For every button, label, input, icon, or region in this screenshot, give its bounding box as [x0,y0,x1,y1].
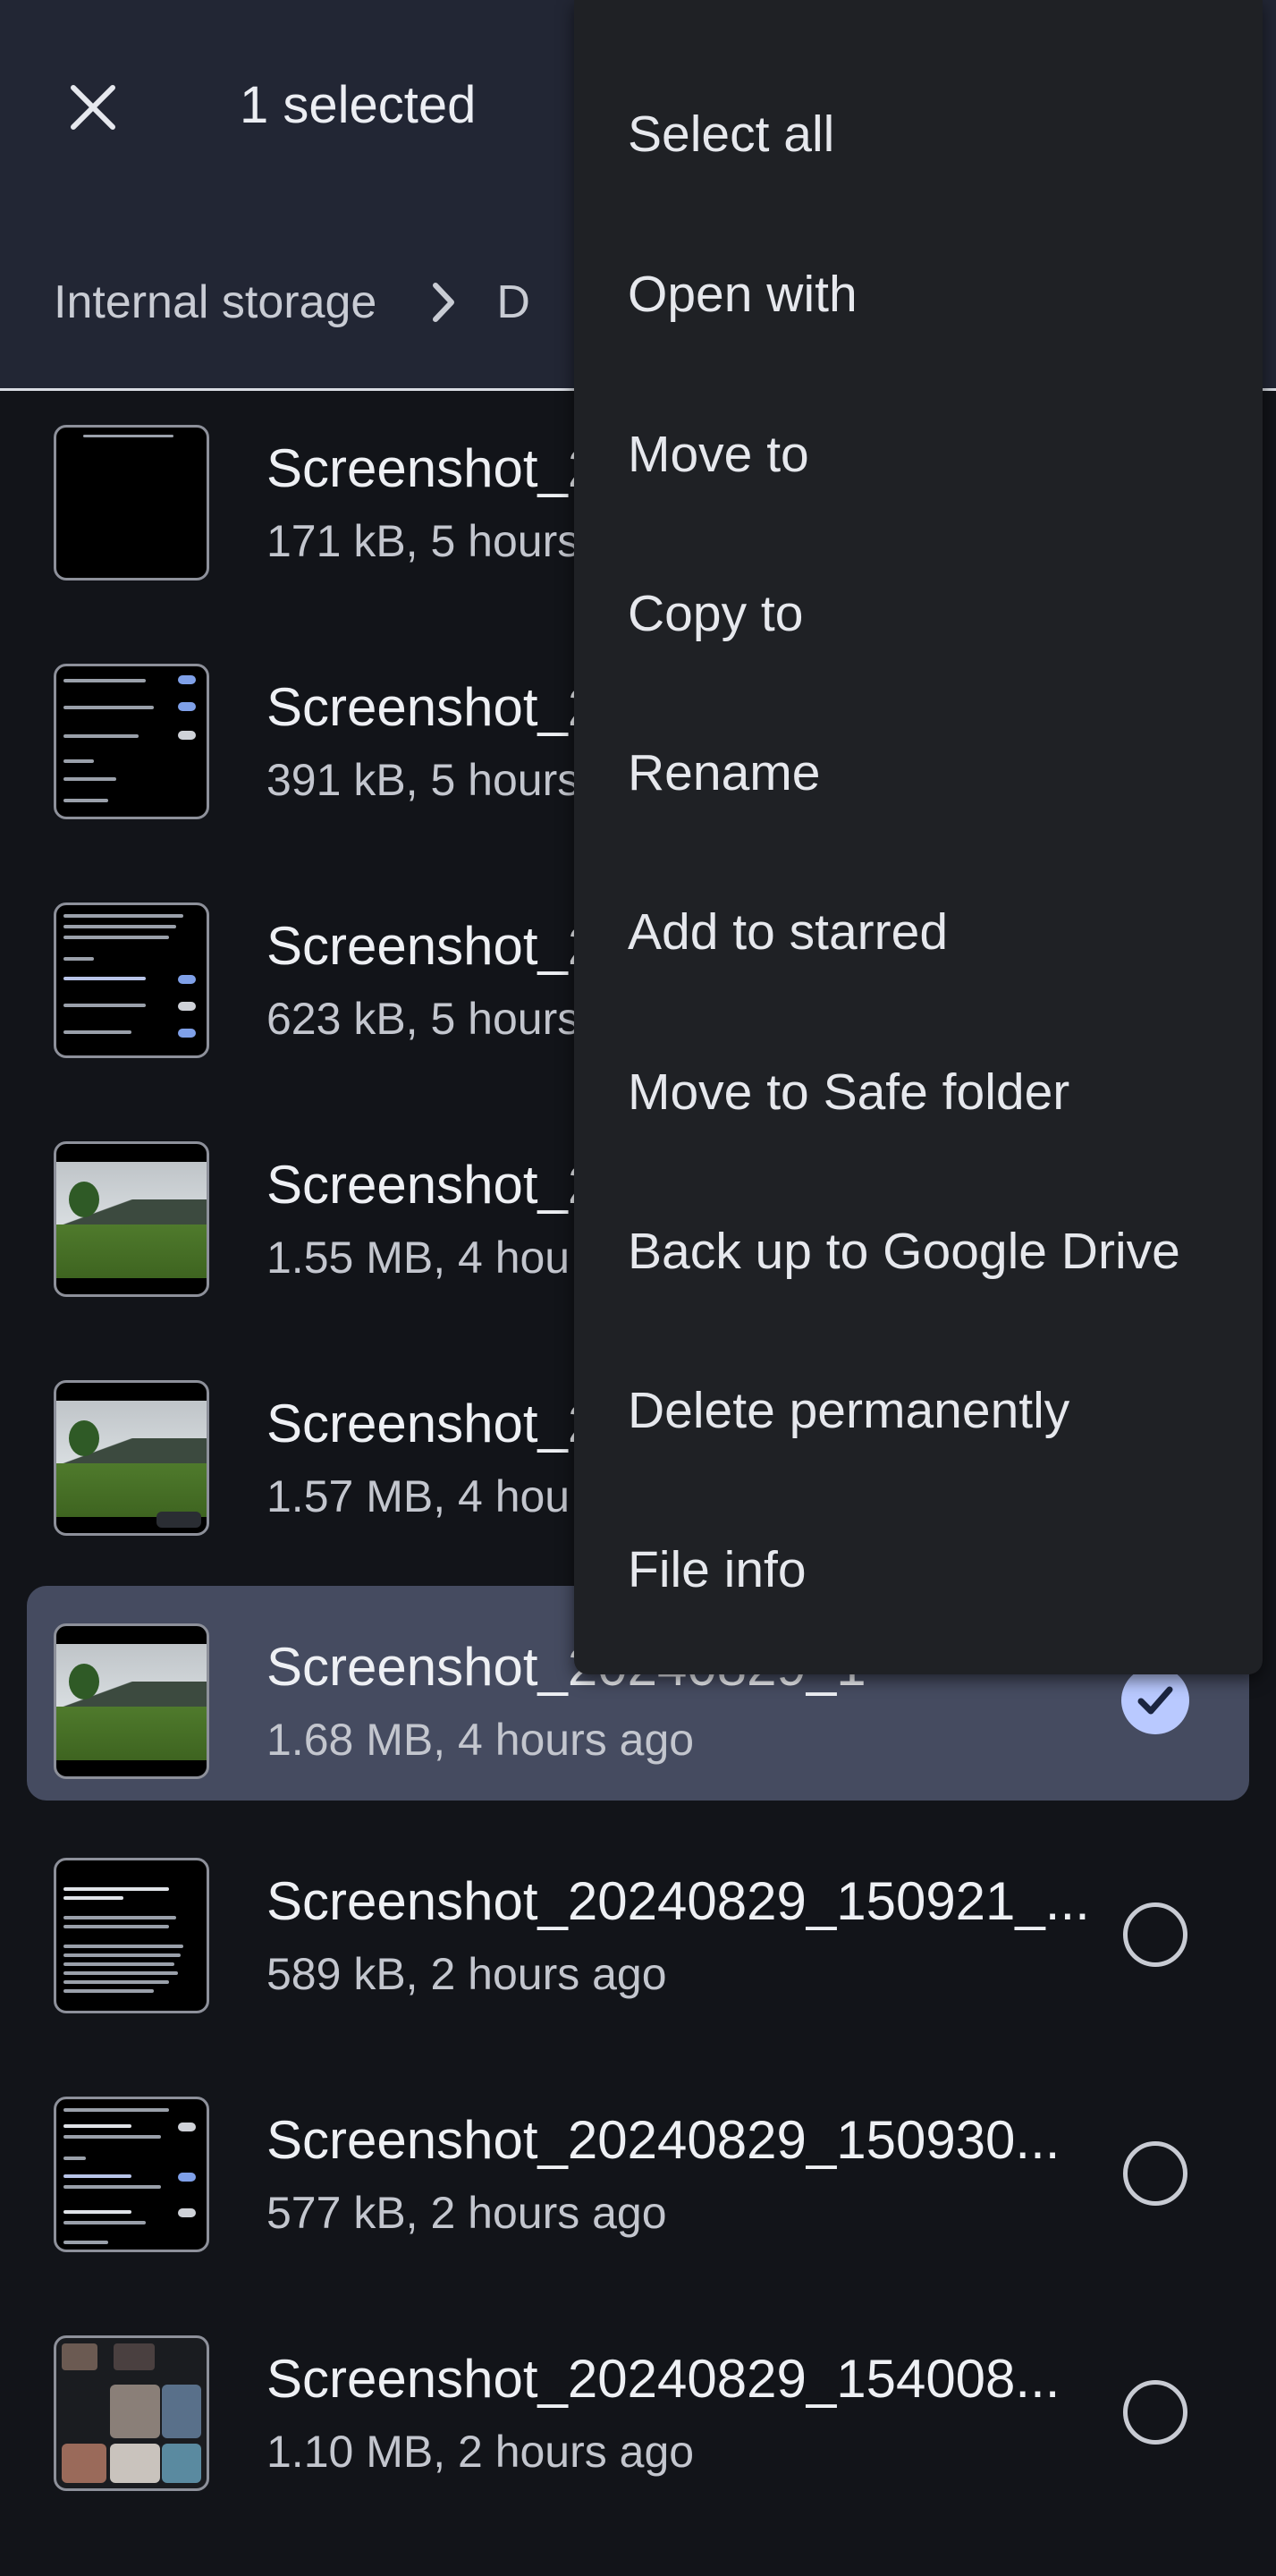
close-icon [71,85,115,130]
menu-item-add-to-starred[interactable]: Add to starred [628,901,948,963]
menu-item-delete-permanently[interactable]: Delete permanently [628,1379,1069,1442]
file-name: Screenshot_2 [266,916,598,976]
file-meta: 1.57 MB, 4 hou [266,1471,570,1521]
chevron-right-icon [428,280,459,325]
menu-item-move-to[interactable]: Move to [628,423,809,486]
file-meta: 1.68 MB, 4 hours ago [266,1715,695,1765]
file-meta: 391 kB, 5 hours [266,755,580,805]
file-row[interactable]: Screenshot_20240829_150921_... 589 kB, 2… [0,1824,1276,2033]
file-meta: 1.55 MB, 4 hou [266,1233,570,1283]
file-thumbnail [54,902,209,1058]
file-row[interactable]: Screenshot_20240829_154008... 1.10 MB, 2… [0,2301,1276,2511]
breadcrumb: Internal storage D [54,270,530,335]
menu-item-back-up-to-google-drive[interactable]: Back up to Google Drive [628,1220,1180,1283]
file-thumbnail [54,664,209,819]
file-row[interactable]: Screenshot_20240829_150930... 577 kB, 2 … [0,2063,1276,2272]
file-name: Screenshot_2 [266,1394,598,1453]
menu-item-open-with[interactable]: Open with [628,263,858,326]
selected-checkbox[interactable] [1121,1666,1189,1734]
file-thumbnail [54,2335,209,2491]
file-thumbnail [54,2097,209,2252]
file-thumbnail [54,1623,209,1779]
menu-item-select-all[interactable]: Select all [628,103,834,165]
file-name: Screenshot_2 [266,438,598,498]
breadcrumb-root[interactable]: Internal storage [54,275,376,329]
file-name: Screenshot_20240829_150921_... [266,1871,1090,1931]
file-name: Screenshot_2 [266,1155,598,1215]
file-meta: 577 kB, 2 hours ago [266,2188,667,2238]
select-radio[interactable] [1123,2141,1187,2206]
select-radio[interactable] [1123,2380,1187,2445]
selection-count-title: 1 selected [240,76,477,134]
file-thumbnail [54,1141,209,1297]
file-thumbnail [54,425,209,580]
check-icon [1137,1686,1173,1715]
breadcrumb-current[interactable]: D [496,275,530,329]
file-name: Screenshot_20240829_150930... [266,2110,1061,2170]
file-name: Screenshot_2 [266,677,598,737]
file-meta: 589 kB, 2 hours ago [266,1949,667,1999]
context-menu: Select all Open with Move to Copy to Ren… [574,0,1263,1674]
file-meta: 623 kB, 5 hours [266,994,580,1044]
menu-item-file-info[interactable]: File info [628,1538,807,1601]
file-name: Screenshot_20240829_154008... [266,2349,1061,2409]
file-thumbnail [54,1858,209,2013]
menu-item-copy-to[interactable]: Copy to [628,582,803,645]
menu-item-move-to-safe-folder[interactable]: Move to Safe folder [628,1061,1069,1123]
file-thumbnail [54,1380,209,1536]
file-meta: 171 kB, 5 hours [266,516,580,566]
close-button[interactable] [63,77,123,138]
file-meta: 1.10 MB, 2 hours ago [266,2427,695,2477]
menu-item-rename[interactable]: Rename [628,741,820,804]
select-radio[interactable] [1123,1902,1187,1967]
